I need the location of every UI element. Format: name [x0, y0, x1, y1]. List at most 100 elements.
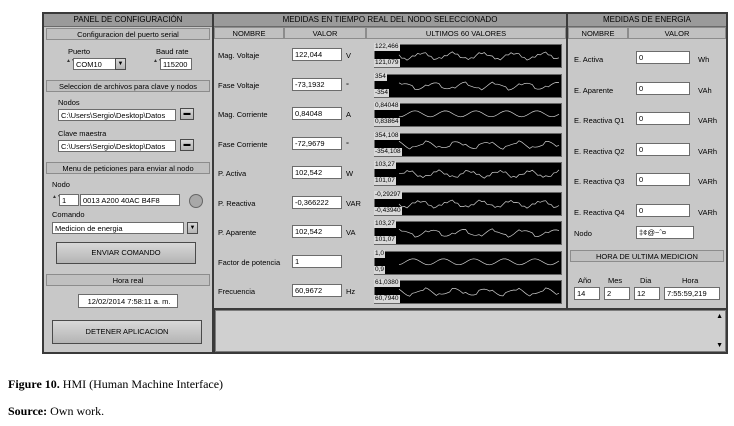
energy-unit: VARh [698, 116, 718, 125]
sparkline-min: 0,83864 [374, 118, 400, 126]
sparkline-trace [398, 110, 560, 118]
energy-col-value-header: VALOR [628, 27, 726, 39]
measure-name: P. Reactiva [218, 198, 256, 208]
sparkline-chart [374, 132, 562, 157]
day-field: 12 [634, 287, 660, 300]
hmi-panel: PANEL DE CONFIGURACIÓN Configuracion del… [42, 12, 728, 354]
figure-caption: Figure 10. HMI (Human Machine Interface) [8, 377, 223, 392]
sparkline-max: 103,27 [374, 161, 396, 169]
sparkline-min: -354 [374, 88, 390, 97]
nodes-label: Nodos [58, 98, 80, 107]
port-label: Puerto [68, 47, 91, 56]
scroll-up-icon[interactable]: ▲ [716, 313, 723, 320]
command-label: Comando [52, 210, 85, 219]
baud-field[interactable]: 115200 [160, 58, 192, 70]
measure-name: Factor de potencia [218, 257, 281, 267]
measure-value-field: 0,84048 [292, 107, 342, 120]
node-status-led-icon [189, 194, 203, 208]
nodes-browse-folder-icon[interactable]: ▬ [180, 108, 194, 120]
measure-name: P. Aparente [218, 228, 257, 237]
sparkline-trace [398, 169, 560, 179]
port-select[interactable]: COM10 [73, 58, 117, 70]
sparkline-min: -0,43940 [374, 206, 402, 215]
measure-name: Fase Corriente [218, 139, 268, 149]
year-field: 14 [574, 287, 600, 300]
menu-header: Menu de peticiones para enviar al nodo [46, 162, 210, 174]
last-measure-title: HORA DE ULTIMA MEDICION [570, 250, 724, 262]
sparkline-chart [374, 103, 562, 127]
key-path-field[interactable]: C:\Users\Sergio\Desktop\Datos [58, 140, 176, 152]
sparkline-trace [398, 287, 560, 297]
energy-name: E. Reactiva Q4 [574, 207, 625, 217]
node-spinner[interactable]: ▲▼ [52, 194, 62, 206]
measure-unit: ° [346, 80, 349, 90]
baud-spinner[interactable]: ▲▼ [153, 58, 163, 70]
node-address-field: 0013 A200 40AC B4F8 [80, 194, 180, 206]
measures-title: MEDIDAS EN TIEMPO REAL DEL NODO SELECCIO… [214, 14, 566, 27]
node-index-field[interactable]: 1 [59, 194, 79, 206]
measure-unit: W [346, 169, 354, 178]
day-label: Dia [640, 276, 652, 285]
scroll-down-icon[interactable]: ▼ [716, 342, 723, 349]
col-last-header: ULTIMOS 60 VALORES [366, 27, 566, 39]
message-textarea[interactable]: ▲ ▼ [215, 310, 726, 352]
measure-value-field: -0,366222 [292, 195, 342, 209]
measure-value-field: 1 [292, 254, 342, 268]
measure-value-field: -72,9679 [292, 136, 342, 150]
energy-unit: Wh [698, 55, 710, 64]
measure-value-field: 122,044 [292, 48, 342, 61]
measure-value-field: -73,1932 [292, 77, 342, 91]
send-command-button[interactable]: ENVIAR COMANDO [56, 242, 196, 264]
energy-value-field: 0 [636, 173, 690, 186]
month-field: 2 [604, 287, 630, 300]
energy-pane: MEDIDAS DE ENERGIA NOMBRE VALOR E. Activ… [568, 14, 726, 308]
energy-node-field: ‡¢@~ˆ¤ [636, 226, 694, 239]
port-spinner[interactable]: ▲▼ [66, 58, 76, 70]
measure-name: Frecuencia [218, 287, 256, 296]
port-dropdown-button[interactable]: ▼ [115, 58, 126, 70]
time-header: Hora real [46, 274, 210, 286]
sparkline-chart [374, 162, 562, 186]
measure-value-field: 102,542 [292, 166, 342, 179]
measure-unit: VAR [346, 198, 361, 208]
col-value-header: VALOR [284, 27, 366, 39]
config-title: PANEL DE CONFIGURACIÓN [44, 14, 212, 27]
energy-name: E. Activa [574, 55, 604, 64]
sparkline-chart [374, 280, 562, 304]
config-pane: PANEL DE CONFIGURACIÓN Configuracion del… [44, 14, 212, 352]
measure-unit: ° [346, 139, 349, 149]
stop-application-button[interactable]: DETENER APLICACION [52, 320, 202, 344]
measure-unit: Hz [346, 287, 356, 296]
node-label: Nodo [52, 180, 70, 189]
year-label: Año [578, 276, 592, 285]
energy-unit: VARh [698, 177, 718, 186]
figure-source: Source: Own work. [8, 404, 104, 419]
command-select[interactable]: Medicion de energia [52, 222, 184, 234]
hour-field: 7:55:59,219 [664, 287, 720, 300]
energy-value-field: 0 [636, 51, 690, 64]
real-time-field: 12/02/2014 7:58:11 a. m. [78, 294, 178, 308]
measure-unit: VA [346, 228, 356, 237]
sparkline-max: 354,108 [374, 131, 400, 140]
energy-name: E. Reactiva Q3 [574, 177, 625, 186]
sparkline-max: 0,84048 [374, 102, 400, 110]
month-label: Mes [608, 276, 623, 285]
caption-label: Figure 10. [8, 377, 60, 391]
col-name-header: NOMBRE [214, 27, 284, 39]
measure-value-field: 102,542 [292, 225, 342, 238]
energy-value-field: 0 [636, 142, 690, 156]
nodes-path-field[interactable]: C:\Users\Sergio\Desktop\Datos [58, 109, 176, 121]
hour-label: Hora [682, 276, 699, 285]
energy-title: MEDIDAS DE ENERGIA [568, 14, 726, 27]
sparkline-max: 354 [374, 72, 387, 81]
key-browse-folder-icon[interactable]: ▬ [180, 139, 194, 151]
caption-text: HMI (Human Machine Interface) [59, 377, 224, 391]
sparkline-min: -354,108 [374, 147, 402, 156]
command-dropdown-button[interactable]: ▼ [187, 222, 198, 234]
sparkline-min: 101,07 [374, 236, 396, 244]
files-header: Seleccion de archivos para clave y nodos [46, 80, 210, 92]
sparkline-chart [374, 221, 562, 245]
sparkline-min: 60,7940 [374, 295, 400, 303]
source-label: Source: [8, 404, 48, 418]
energy-value-field: 0 [636, 203, 690, 217]
